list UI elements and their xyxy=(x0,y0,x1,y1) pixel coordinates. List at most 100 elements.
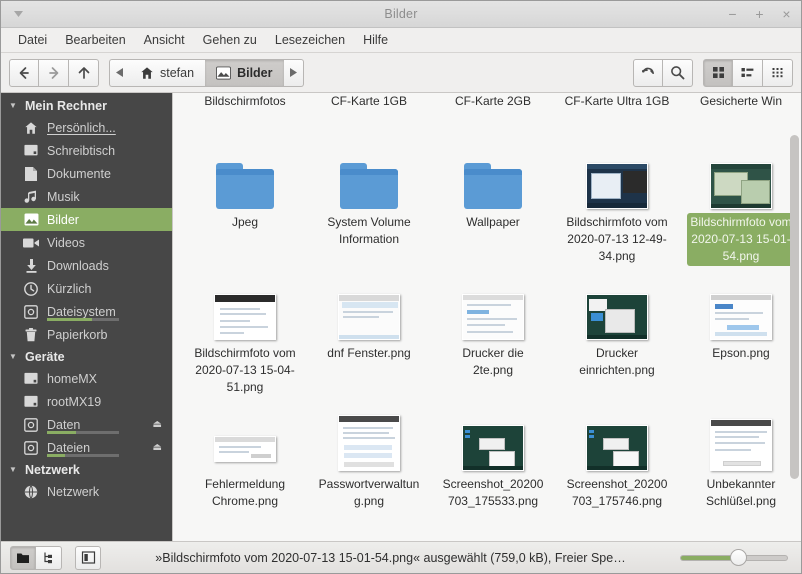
file-item-unbekannter-schluessel[interactable]: Unbekannter Schlüßel.png xyxy=(679,397,801,511)
file-item-fehlermeldung-chrome[interactable]: Fehlermeldung Chrome.png xyxy=(183,397,307,511)
file-row: Jpeg System Volume Information Wallpaper xyxy=(183,135,791,266)
view-icon-grid-button[interactable] xyxy=(703,59,733,87)
file-row-partial: Bildschirmfotos CF-Karte 1GB CF-Karte 2G… xyxy=(183,93,791,135)
tree-icon xyxy=(42,551,56,565)
sidebar-item-kuerzlich[interactable]: Kürzlich xyxy=(1,277,172,300)
file-item-system-volume-information[interactable]: System Volume Information xyxy=(307,135,431,266)
file-item[interactable]: CF-Karte 1GB xyxy=(307,93,431,135)
view-compact-button[interactable] xyxy=(763,59,793,87)
image-thumbnail-icon xyxy=(586,425,648,471)
zoom-slider[interactable] xyxy=(680,548,788,568)
toggle-sidebar-button[interactable] xyxy=(75,546,101,570)
sidebar-item-dateisystem[interactable]: Dateisystem xyxy=(1,300,172,323)
sidebar-item-musik[interactable]: Musik xyxy=(1,185,172,208)
file-item-wallpaper[interactable]: Wallpaper xyxy=(431,135,555,266)
menu-datei[interactable]: Datei xyxy=(9,31,56,49)
file-item-drucker-einrichten[interactable]: Drucker einrichten.png xyxy=(555,266,679,397)
desktop-icon xyxy=(23,143,39,159)
view-list-button[interactable] xyxy=(733,59,763,87)
vertical-scrollbar[interactable] xyxy=(790,135,799,535)
triangle-left-icon xyxy=(116,68,123,77)
window-controls: − + × xyxy=(726,7,801,21)
file-item-bildschirmfoto-1501-selected[interactable]: Bildschirmfoto vom 2020-07-13 15-01-54.p… xyxy=(679,135,801,266)
breadcrumb-item-stefan[interactable]: stefan xyxy=(129,59,205,87)
file-item-screenshot-175746[interactable]: Screenshot_20200703_175746.png xyxy=(555,397,679,511)
sidebar-item-rootmx19[interactable]: rootMX19 xyxy=(1,390,172,413)
tree-view-button[interactable] xyxy=(36,546,62,570)
title-bar: Bilder − + × xyxy=(1,1,801,28)
file-row: Fehlermeldung Chrome.png xyxy=(183,397,791,511)
close-button[interactable]: × xyxy=(780,7,793,21)
up-button[interactable] xyxy=(69,59,99,87)
file-item-jpeg[interactable]: Jpeg xyxy=(183,135,307,266)
file-thumbnail xyxy=(307,403,431,471)
file-label: Passwortverwaltung.png xyxy=(315,475,423,511)
sidebar-item-videos[interactable]: Videos xyxy=(1,231,172,254)
sidebar-group-mein-rechner[interactable]: ▼ Mein Rechner xyxy=(1,95,172,116)
file-label: Drucker die 2te.png xyxy=(439,344,547,380)
file-item[interactable]: CF-Karte 2GB xyxy=(431,93,555,135)
window-menu-icon[interactable] xyxy=(1,1,35,27)
clock-icon xyxy=(23,281,39,297)
forward-button[interactable] xyxy=(39,59,69,87)
file-label: Jpeg xyxy=(191,213,299,232)
sidebar-item-downloads[interactable]: Downloads xyxy=(1,254,172,277)
file-item[interactable]: CF-Karte Ultra 1GB xyxy=(555,93,679,135)
breadcrumb-item-bilder[interactable]: Bilder xyxy=(205,59,283,87)
file-item[interactable]: Bildschirmfotos xyxy=(183,93,307,135)
trash-icon xyxy=(23,327,39,343)
file-grid[interactable]: Bildschirmfotos CF-Karte 1GB CF-Karte 2G… xyxy=(172,93,801,541)
menu-hilfe[interactable]: Hilfe xyxy=(354,31,397,49)
sidebar-item-dateien[interactable]: Dateien ⏏ xyxy=(1,436,172,459)
sidebar-item-netzwerk[interactable]: Netzwerk xyxy=(1,480,172,503)
places-view-button[interactable] xyxy=(10,546,36,570)
file-label: CF-Karte 1GB xyxy=(313,93,425,110)
menu-bearbeiten[interactable]: Bearbeiten xyxy=(56,31,134,49)
file-item-drucker-die-2te[interactable]: Drucker die 2te.png xyxy=(431,266,555,397)
sidebar-item-label: Papierkorb xyxy=(47,328,107,342)
sidebar-item-dokumente[interactable]: Dokumente xyxy=(1,162,172,185)
home-icon xyxy=(23,120,39,136)
file-label: CF-Karte Ultra 1GB xyxy=(561,93,673,110)
search-button[interactable] xyxy=(663,59,693,87)
file-item-dnf-fenster[interactable]: dnf Fenster.png xyxy=(307,266,431,397)
scrollbar-thumb[interactable] xyxy=(790,135,799,479)
view-mode-buttons xyxy=(703,59,793,87)
sidebar-group-label: Netzwerk xyxy=(25,463,80,477)
file-label: dnf Fenster.png xyxy=(315,344,423,363)
sidebar-item-daten[interactable]: Daten ⏏ xyxy=(1,413,172,436)
file-thumbnail xyxy=(183,403,307,471)
file-item-epson[interactable]: Epson.png xyxy=(679,266,801,397)
menu-ansicht[interactable]: Ansicht xyxy=(135,31,194,49)
breadcrumb-label: stefan xyxy=(160,66,194,80)
zoom-slider-handle[interactable] xyxy=(730,549,747,566)
sidebar-group-label: Mein Rechner xyxy=(25,99,107,113)
file-item[interactable]: Gesicherte Win xyxy=(679,93,791,135)
image-thumbnail-icon xyxy=(710,294,772,340)
reload-button[interactable] xyxy=(633,59,663,87)
file-item-bildschirmfoto-1504[interactable]: Bildschirmfoto vom 2020-07-13 15-04-51.p… xyxy=(183,266,307,397)
menu-lesezeichen[interactable]: Lesezeichen xyxy=(266,31,354,49)
sidebar-item-bilder[interactable]: Bilder xyxy=(1,208,172,231)
eject-icon[interactable]: ⏏ xyxy=(153,442,162,453)
breadcrumb-next-button[interactable] xyxy=(284,59,304,87)
breadcrumb-label: Bilder xyxy=(237,66,272,80)
back-button[interactable] xyxy=(9,59,39,87)
sidebar-item-persoenlich[interactable]: Persönlich... xyxy=(1,116,172,139)
sidebar-group-geraete[interactable]: ▼ Geräte xyxy=(1,346,172,367)
file-item-bildschirmfoto-1249[interactable]: Bildschirmfoto vom 2020-07-13 12-49-34.p… xyxy=(555,135,679,266)
breadcrumb-prev-button[interactable] xyxy=(109,59,129,87)
navigation-buttons xyxy=(9,59,99,87)
sidebar-group-netzwerk[interactable]: ▼ Netzwerk xyxy=(1,459,172,480)
file-item-screenshot-175533[interactable]: Screenshot_20200703_175533.png xyxy=(431,397,555,511)
eject-icon[interactable]: ⏏ xyxy=(153,419,162,430)
sidebar-item-schreibtisch[interactable]: Schreibtisch xyxy=(1,139,172,162)
chevron-down-icon: ▼ xyxy=(7,465,19,474)
menu-gehen-zu[interactable]: Gehen zu xyxy=(194,31,266,49)
sidebar-item-papierkorb[interactable]: Papierkorb xyxy=(1,323,172,346)
file-label: Epson.png xyxy=(687,344,795,363)
maximize-button[interactable]: + xyxy=(753,7,766,21)
file-item-passwortverwaltung[interactable]: Passwortverwaltung.png xyxy=(307,397,431,511)
minimize-button[interactable]: − xyxy=(726,7,739,21)
sidebar-item-homemx[interactable]: homeMX xyxy=(1,367,172,390)
